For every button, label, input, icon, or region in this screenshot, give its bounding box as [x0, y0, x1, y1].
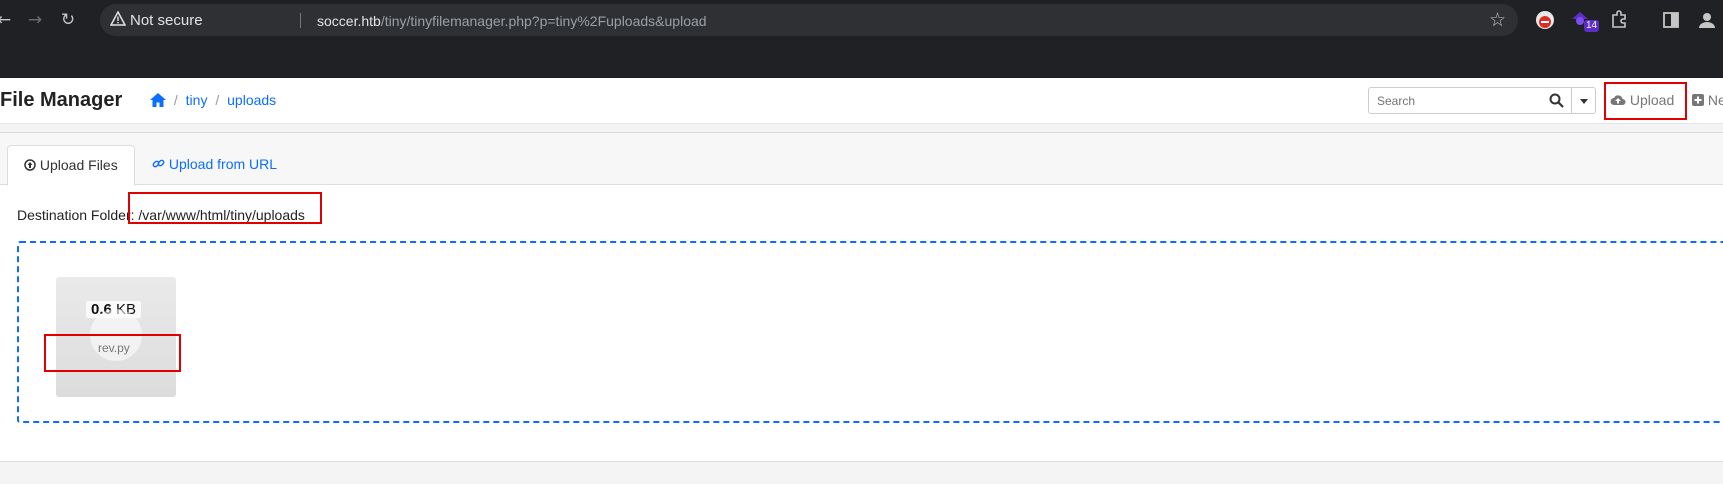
- home-icon[interactable]: [150, 93, 166, 107]
- highlight-box: [1604, 82, 1687, 120]
- highlight-box: [44, 334, 181, 372]
- search-input[interactable]: [1369, 88, 1545, 113]
- side-panel-icon[interactable]: [1660, 9, 1682, 31]
- extensions-puzzle-icon[interactable]: [1608, 9, 1630, 31]
- file-dropzone[interactable]: 0.6 KB rev.py: [17, 241, 1723, 423]
- profile-icon[interactable]: [1696, 9, 1718, 31]
- search-box: [1368, 87, 1596, 114]
- upload-tabs: Upload Files Upload from URL: [0, 133, 1723, 186]
- reload-icon[interactable]: ↻: [58, 10, 78, 30]
- browser-chrome: ← → ↻ Not secure soccer.htb/tiny/tinyfil…: [0, 0, 1723, 78]
- forward-icon[interactable]: →: [25, 10, 45, 30]
- tab-upload-files-label: Upload Files: [39, 157, 118, 173]
- new-item-button[interactable]: Ne: [1692, 92, 1723, 108]
- back-icon[interactable]: ←: [0, 10, 14, 30]
- search-options-dropdown[interactable]: [1571, 88, 1596, 113]
- tab-upload-files[interactable]: Upload Files: [7, 145, 135, 186]
- tab-upload-from-url-label: Upload from URL: [168, 156, 278, 172]
- breadcrumb-separator: /: [173, 92, 178, 108]
- breadcrumb-separator: /: [215, 92, 220, 108]
- tab-upload-from-url[interactable]: Upload from URL: [136, 145, 293, 186]
- extension-badge: 14: [1584, 20, 1600, 32]
- highlight-box: [128, 192, 322, 224]
- new-item-label: Ne: [1707, 92, 1723, 108]
- breadcrumb-item-tiny[interactable]: tiny: [186, 92, 208, 108]
- extension-stop-icon[interactable]: [1534, 9, 1556, 31]
- breadcrumb-item-uploads[interactable]: uploads: [227, 92, 276, 108]
- breadcrumb: / tiny / uploads: [150, 92, 276, 108]
- bookmark-star-icon[interactable]: ☆: [1489, 9, 1506, 31]
- upload-card: Upload Files Upload from URL Destination…: [0, 132, 1723, 462]
- plus-square-icon: [1692, 94, 1704, 106]
- main-content: Upload Files Upload from URL Destination…: [0, 124, 1723, 484]
- warning-icon: [110, 11, 126, 26]
- address-bar[interactable]: Not secure soccer.htb/tiny/tinyfilemanag…: [100, 4, 1518, 36]
- link-icon: [152, 159, 165, 168]
- url-text[interactable]: soccer.htb/tiny/tinyfilemanager.php?p=ti…: [317, 13, 707, 29]
- divider: [300, 13, 301, 28]
- destination-label: Destination Folder:: [17, 207, 135, 223]
- search-icon[interactable]: [1549, 93, 1564, 108]
- arrow-circle-up-icon: [24, 159, 36, 171]
- app-navbar: File Manager / tiny / uploads Upload Ne: [0, 78, 1723, 124]
- app-title: File Manager: [0, 89, 123, 111]
- security-label: Not secure: [130, 12, 203, 29]
